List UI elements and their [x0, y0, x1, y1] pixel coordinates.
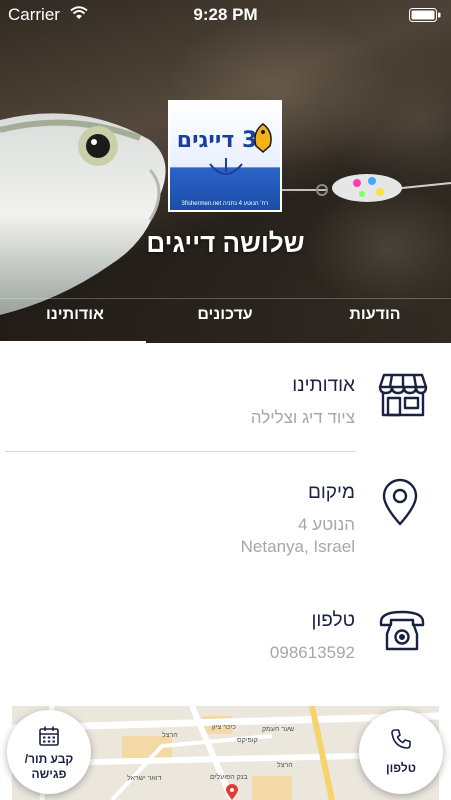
status-time: 9:28 PM: [193, 5, 258, 24]
about-section: אודותינו ציוד דיג וצלילה: [35, 375, 355, 429]
phone-title: טלפון: [311, 610, 355, 631]
status-bar: Carrier 9:28 PM: [0, 0, 451, 30]
tab-bar: אודותינו עדכונים הודעות: [0, 298, 451, 343]
about-description: ציוד דיג וצלילה: [250, 408, 355, 427]
logo-fish-icon: [254, 123, 272, 153]
map-pin-icon: [382, 478, 418, 526]
about-title: אודותינו: [292, 375, 355, 396]
section-divider: [5, 451, 356, 452]
store-logo: 3 דייגים רח' הנוטע 4 נתניה 3fishermen.ne…: [168, 100, 282, 212]
logo-text: 3 דייגים: [176, 128, 258, 153]
map-label: שער העמק: [262, 726, 295, 733]
location-section[interactable]: מיקום הנוטע 4 Netanya, Israel: [35, 482, 355, 558]
call-button[interactable]: טלפון: [359, 710, 443, 794]
calendar-icon: [39, 726, 59, 746]
map-label: קופיקס: [237, 737, 258, 744]
tab-messages-label: הודעות: [349, 306, 401, 323]
location-title: מיקום: [307, 482, 355, 503]
tab-updates[interactable]: עדכונים: [150, 299, 300, 343]
phone-section[interactable]: טלפון 098613592: [35, 610, 355, 664]
fish-image: [0, 113, 166, 315]
phone-number: 098613592: [269, 643, 355, 662]
map-label: הרצל: [162, 732, 178, 739]
map-label: בנק הפועלים: [210, 774, 248, 781]
tab-about-label: אודותינו: [46, 306, 104, 323]
battery-icon: [409, 8, 441, 22]
map-label: הרצל: [277, 762, 293, 769]
lure-image: [282, 174, 451, 202]
logo-subtext: רח' הנוטע 4 נתניה 3fishermen.net: [181, 201, 269, 207]
map-marker-icon: [226, 784, 238, 800]
telephone-icon: [379, 610, 425, 651]
store-icon: [378, 373, 428, 417]
store-title: שלושה דייגים: [146, 228, 305, 258]
location-address-line1: הנוטע 4: [298, 515, 355, 534]
tab-active-indicator: [0, 341, 146, 343]
map-label: דואר ישראל: [127, 775, 162, 782]
phone-handset-icon: [391, 729, 411, 749]
tab-updates-label: עדכונים: [197, 306, 253, 323]
book-appointment-button[interactable]: קבע תור/ פגישה: [7, 710, 91, 794]
header-hero: Carrier 9:28 PM 3 דייגים רח' הנוטע 4 נתנ…: [0, 0, 451, 343]
book-appointment-label: קבע תור/ פגישה: [24, 752, 74, 781]
tab-messages[interactable]: הודעות: [300, 299, 450, 343]
map-label: כיכר ציון: [212, 724, 236, 731]
call-label: טלפון: [386, 761, 416, 775]
location-address-line2: Netanya, Israel: [240, 537, 355, 556]
tab-about[interactable]: אודותינו: [0, 299, 150, 343]
logo-hook-icon: [209, 158, 243, 175]
